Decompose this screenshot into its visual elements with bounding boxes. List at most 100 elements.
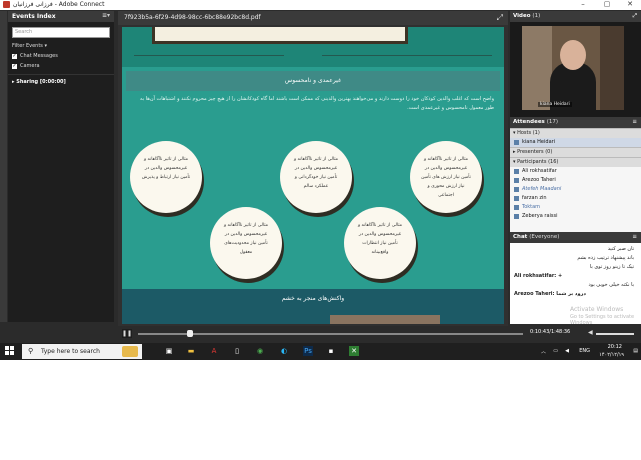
search-icon: ⚲ — [28, 347, 34, 355]
host-icon — [514, 140, 519, 145]
chat-pod: Chat (Everyone) ≡ تان صبر کنید باند پیشن… — [510, 232, 641, 326]
example-circle: مثالی از تاثیر ناآگاهانه و غیرمحسوس والد… — [410, 141, 482, 213]
close-button[interactable]: ✕ — [619, 0, 641, 8]
document-title-bar: 7f923b5a-6f29-4d98-98cc-6bc88e92bc8d.pdf… — [118, 11, 508, 25]
window-title: فرزانی فرزانیان - Adobe Connect — [13, 1, 105, 8]
video-pod: kiana Heidari — [510, 22, 641, 117]
sharing-event-item[interactable]: ▸ Sharing [0:00:00] — [8, 74, 114, 89]
video-pod-title: Video — [513, 13, 531, 19]
attendee-row[interactable]: farzan zin — [510, 194, 641, 203]
pause-button[interactable]: ❚❚ — [122, 329, 132, 338]
circle-text: مثالی از تاثیر ناآگاهانه و غیرمحسوس والد… — [293, 157, 339, 189]
fullscreen-icon[interactable]: ⤢ — [633, 11, 637, 22]
clock-time[interactable]: 20:12 — [608, 344, 622, 350]
expand-arrow-icon[interactable]: ▸ — [12, 79, 15, 85]
document-icon[interactable]: ▯ — [232, 346, 242, 356]
volume-icon[interactable]: ◀ — [565, 348, 569, 354]
attendee-row[interactable]: Toktam — [510, 203, 641, 212]
next-slide-fragment: واکنش‌های منجر به خشم — [122, 289, 504, 324]
participants-group[interactable]: ▾ Participants (16) — [510, 157, 641, 167]
slide-paragraph: واضح است که اغلب والدین کودکان خود را دو… — [140, 96, 494, 111]
events-index-panel: Events Index ≡▾ Search Filter Events ▾ ✓… — [8, 11, 114, 322]
windows-taskbar: ⚲ Type here to search ▣ ▬ A ▯ ◉ ◐ Ps ▪ ✕… — [0, 343, 641, 360]
participant-icon — [514, 178, 519, 183]
chat-message: Arezoo Taheri: درود بر شما — [514, 291, 586, 297]
clock-date[interactable]: ۱۴۰۲/۱۲/۱۹ — [599, 352, 624, 358]
windows-start-icon[interactable] — [5, 346, 15, 356]
attendee-row[interactable]: kiana Heidari — [510, 138, 641, 147]
chat-title: Chat — [513, 234, 528, 240]
example-circle: مثالی از تاثیر ناآگاهانه و غیرمحسوس والد… — [210, 207, 282, 279]
chrome-icon[interactable]: ◉ — [255, 346, 265, 356]
participant-icon — [514, 169, 519, 174]
filter-events-label: Filter Events ▾ — [12, 43, 47, 49]
title-bar: فرزانی فرزانیان - Adobe Connect – ▢ ✕ — [0, 0, 641, 10]
network-icon[interactable]: ▭ — [553, 348, 558, 354]
pod-menu-icon[interactable]: ≡▾ — [102, 12, 110, 19]
playback-controls: ❚❚ 0:10:43/1:48:36 ◀ — [118, 326, 641, 341]
edge-icon[interactable]: ◐ — [279, 346, 289, 356]
document-page: غیرعمدی و نامحسوس واضح است که اغلب والدی… — [122, 27, 504, 324]
attendee-row[interactable]: Arezoo Taheri — [510, 176, 641, 185]
minimize-button[interactable]: – — [572, 0, 594, 8]
attendee-row[interactable]: Ali rokhsatifar — [510, 167, 641, 176]
task-view-icon[interactable]: ▣ — [164, 346, 174, 356]
fullscreen-icon[interactable]: ⤢ — [497, 11, 503, 25]
hosts-group[interactable]: ▾ Hosts (1) — [510, 128, 641, 138]
attendees-pod: Attendees (17) ≡ ▾ Hosts (1) kiana Heida… — [510, 117, 641, 232]
volume-icon[interactable]: ◀ — [588, 329, 593, 336]
circle-text: مثالی از تاثیر ناآگاهانه و غیرمحسوس والد… — [223, 223, 269, 255]
attendee-row[interactable]: Zeberya raissi — [510, 212, 641, 221]
tray-chevron-icon[interactable]: ︿ — [541, 348, 546, 355]
circle-text: مثالی از تاثیر ناآگاهانه و غیرمحسوس والد… — [357, 223, 403, 255]
events-index-header: Events Index ≡▾ — [8, 11, 114, 22]
circle-text: مثالی از تاثیر ناآگاهانه و غیرمحسوس والد… — [421, 157, 471, 198]
example-circle: مثالی از تاثیر ناآگاهانه و غیرمحسوس والد… — [130, 141, 202, 213]
attendee-row[interactable]: Atefeh Maadani — [510, 185, 641, 194]
volume-slider[interactable] — [596, 333, 634, 335]
checkbox-icon[interactable]: ✓ — [12, 63, 17, 69]
filter-chat-messages-label: Chat Messages — [20, 53, 58, 59]
playback-seekbar[interactable] — [138, 333, 523, 335]
presenters-group[interactable]: ▸ Presenters (0) — [510, 147, 641, 157]
adobe-connect-app-icon — [3, 1, 10, 8]
adobe-connect-taskbar-icon[interactable]: ✕ — [349, 346, 359, 356]
filter-camera[interactable]: ✓ Camera — [8, 61, 114, 71]
acrobat-icon[interactable]: A — [209, 346, 219, 356]
filter-chat-messages[interactable]: ✓ Chat Messages — [8, 51, 114, 61]
right-pods: Video (1) ⤢ kiana Heidari Attendees (17)… — [510, 11, 641, 326]
pod-menu-icon[interactable]: ≡ — [632, 232, 637, 243]
taskbar-search-placeholder: Type here to search — [41, 348, 100, 355]
attendees-count: (17) — [546, 119, 559, 125]
chat-message: تان صبر کنید — [607, 246, 634, 252]
sharing-label: Sharing [0:00:00] — [16, 79, 66, 85]
pod-menu-icon[interactable]: ≡ — [632, 117, 637, 128]
activate-windows-subtext: Go to Settings to activate Windows — [570, 314, 635, 326]
previous-slide-box — [152, 27, 408, 44]
search-highlight-icon — [122, 346, 138, 357]
webcam-video: kiana Heidari — [522, 26, 624, 110]
photoshop-icon[interactable]: Ps — [303, 346, 313, 356]
chat-message: باند پیشنهاد ترتیب زده بشم — [577, 255, 634, 261]
attendees-title: Attendees — [513, 119, 545, 125]
chat-message: با نکته خیلی خوبی بود — [588, 282, 634, 288]
file-explorer-icon[interactable]: ▬ — [186, 346, 196, 356]
slide-photo — [330, 315, 440, 324]
document-filename: 7f923b5a-6f29-4d98-98cc-6bc88e92bc8d.pdf — [124, 14, 261, 21]
chat-messages: تان صبر کنید باند پیشنهاد ترتیب زده بشم … — [514, 245, 634, 299]
checkbox-icon[interactable]: ✓ — [12, 53, 17, 59]
maximize-button[interactable]: ▢ — [596, 0, 618, 8]
events-search-input[interactable]: Search — [12, 27, 110, 38]
presenter-name-tag: kiana Heidari — [538, 102, 572, 107]
collapse-strip[interactable] — [0, 11, 7, 322]
previous-slide-fragment — [122, 27, 504, 67]
filter-events-dropdown[interactable]: Filter Events ▾ — [8, 41, 114, 51]
video-count: (1) — [532, 13, 541, 19]
playback-time: 0:10:43/1:48:36 — [530, 329, 571, 335]
chat-message: Ali rokhsatifar: + — [514, 273, 563, 279]
language-indicator[interactable]: ENG — [579, 348, 590, 354]
taskbar-search-input[interactable]: ⚲ Type here to search — [22, 344, 142, 359]
seekbar-handle[interactable] — [186, 330, 193, 337]
app-icon[interactable]: ▪ — [326, 346, 336, 356]
notification-icon[interactable]: ▤ — [633, 348, 638, 354]
